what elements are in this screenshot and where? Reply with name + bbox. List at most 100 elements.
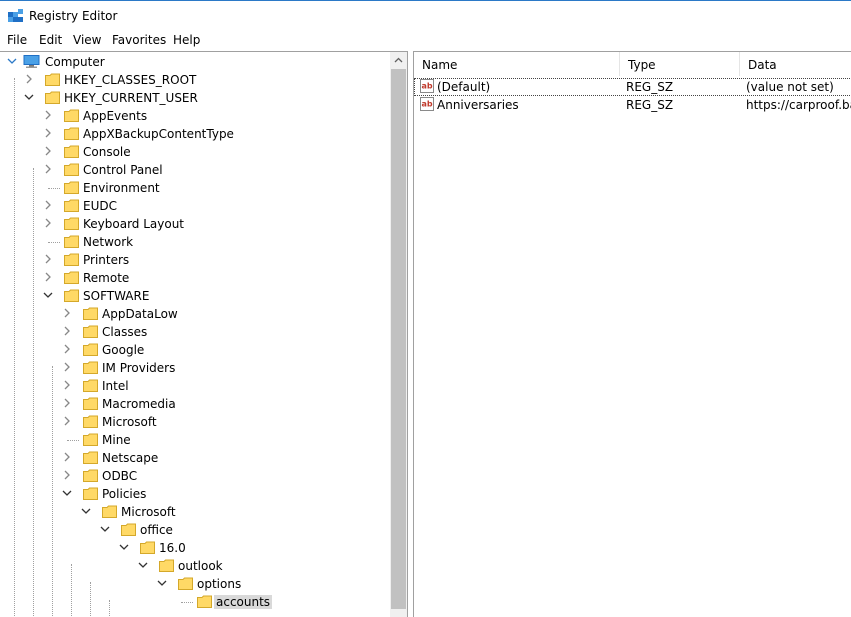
chevron-right-icon[interactable] (43, 272, 53, 282)
folder-icon (83, 325, 98, 338)
tree-item-label: Keyboard Layout (83, 217, 185, 231)
tree-item-appxbackupcontenttype[interactable]: AppXBackupContentType (0, 125, 388, 143)
chevron-right-icon[interactable] (24, 74, 34, 84)
tree-item-label: outlook (178, 559, 223, 573)
value-data: https://carproof.bar (746, 98, 851, 112)
tree-item-outlook[interactable]: outlook (0, 557, 388, 575)
chevron-right-icon[interactable] (43, 146, 53, 156)
tree-item-microsoft[interactable]: Microsoft (0, 503, 388, 521)
menu-edit[interactable]: Edit (39, 33, 62, 47)
chevron-right-icon[interactable] (62, 362, 72, 372)
tree-item-odbc[interactable]: ODBC (0, 467, 388, 485)
tree-item-policies[interactable]: Policies (0, 485, 388, 503)
tree-item-keyboard-layout[interactable]: Keyboard Layout (0, 215, 388, 233)
chevron-right-icon[interactable] (62, 398, 72, 408)
menu-bar: File Edit View Favorites Help (0, 31, 851, 51)
tree-item-google[interactable]: Google (0, 341, 388, 359)
folder-icon (83, 415, 98, 428)
scroll-up-arrow-icon[interactable] (394, 56, 403, 65)
chevron-right-icon[interactable] (62, 308, 72, 318)
tree-item-16-0[interactable]: 16.0 (0, 539, 388, 557)
chevron-right-icon[interactable] (62, 380, 72, 390)
chevron-down-icon[interactable] (119, 542, 129, 552)
tree-item-label: HKEY_CLASSES_ROOT (64, 73, 197, 87)
chevron-right-icon[interactable] (62, 452, 72, 462)
tree-item-console[interactable]: Console (0, 143, 388, 161)
tree-item-accounts[interactable]: accounts (0, 593, 388, 611)
scrollbar-thumb[interactable] (391, 69, 406, 609)
chevron-right-icon[interactable] (43, 110, 53, 120)
tree-item-im-providers[interactable]: IM Providers (0, 359, 388, 377)
chevron-down-icon[interactable] (157, 578, 167, 588)
tree-item-office[interactable]: office (0, 521, 388, 539)
column-header-name[interactable]: Name (414, 52, 620, 76)
value-row[interactable]: ab (Default) REG_SZ (value not set) (414, 78, 851, 96)
tree-item-label: office (140, 523, 173, 537)
tree-item-label: Netscape (102, 451, 159, 465)
tree-item-network[interactable]: Network (0, 233, 388, 251)
chevron-down-icon[interactable] (100, 524, 110, 534)
folder-icon (64, 181, 79, 194)
string-value-icon: ab (420, 79, 434, 93)
chevron-down-icon[interactable] (62, 488, 72, 498)
tree-item-eudc[interactable]: EUDC (0, 197, 388, 215)
tree-item-options[interactable]: options (0, 575, 388, 593)
menu-favorites[interactable]: Favorites (112, 33, 166, 47)
values-list[interactable]: Name Type Data ab (Default) REG_SZ (valu… (413, 51, 851, 617)
folder-icon (64, 271, 79, 284)
value-name: (Default) (437, 80, 491, 94)
tree-item-hkey-classes-root[interactable]: HKEY_CLASSES_ROOT (0, 71, 388, 89)
chevron-down-icon[interactable] (43, 290, 53, 300)
tree-scrollbar[interactable] (390, 52, 407, 617)
folder-icon (83, 307, 98, 320)
tree-item-hkey-current-user[interactable]: HKEY_CURRENT_USER (0, 89, 388, 107)
value-data: (value not set) (746, 80, 834, 94)
folder-icon (64, 217, 79, 230)
chevron-right-icon[interactable] (62, 470, 72, 480)
registry-tree[interactable]: Computer HKEY_CLASSES_ROOT HKEY_CURRENT_U… (0, 51, 408, 617)
tree-item-label: Console (83, 145, 131, 159)
value-row[interactable]: ab Anniversaries REG_SZ https://carproof… (414, 96, 851, 114)
chevron-right-icon[interactable] (62, 344, 72, 354)
tree-connector (48, 188, 60, 189)
tree-item-label: SOFTWARE (83, 289, 150, 303)
tree-item-mine[interactable]: Mine (0, 431, 388, 449)
tree-item-control-panel[interactable]: Control Panel (0, 161, 388, 179)
menu-view[interactable]: View (73, 33, 101, 47)
folder-icon (64, 253, 79, 266)
chevron-right-icon[interactable] (43, 164, 53, 174)
chevron-right-icon[interactable] (62, 326, 72, 336)
chevron-right-icon[interactable] (62, 416, 72, 426)
tree-item-microsoft[interactable]: Microsoft (0, 413, 388, 431)
tree-item-environment[interactable]: Environment (0, 179, 388, 197)
tree-item-printers[interactable]: Printers (0, 251, 388, 269)
tree-item-label: IM Providers (102, 361, 176, 375)
tree-item-computer[interactable]: Computer (0, 53, 388, 71)
tree-item-netscape[interactable]: Netscape (0, 449, 388, 467)
folder-icon (64, 289, 79, 302)
chevron-down-icon[interactable] (24, 92, 34, 102)
column-header-data[interactable]: Data (740, 52, 851, 76)
chevron-down-icon[interactable] (7, 56, 17, 66)
chevron-down-icon[interactable] (138, 560, 148, 570)
tree-item-appevents[interactable]: AppEvents (0, 107, 388, 125)
chevron-right-icon[interactable] (43, 218, 53, 228)
tree-item-remote[interactable]: Remote (0, 269, 388, 287)
tree-item-classes[interactable]: Classes (0, 323, 388, 341)
column-header-type[interactable]: Type (620, 52, 740, 76)
title-bar: Registry Editor (0, 0, 851, 31)
tree-item-macromedia[interactable]: Macromedia (0, 395, 388, 413)
chevron-right-icon[interactable] (43, 254, 53, 264)
chevron-right-icon[interactable] (43, 200, 53, 210)
tree-item-software[interactable]: SOFTWARE (0, 287, 388, 305)
menu-file[interactable]: File (7, 33, 27, 47)
chevron-right-icon[interactable] (43, 128, 53, 138)
tree-item-label: Intel (102, 379, 129, 393)
folder-icon (159, 559, 174, 572)
tree-item-intel[interactable]: Intel (0, 377, 388, 395)
menu-help[interactable]: Help (173, 33, 200, 47)
tree-item-appdatalow[interactable]: AppDataLow (0, 305, 388, 323)
chevron-down-icon[interactable] (81, 506, 91, 516)
tree-item-label: Policies (102, 487, 147, 501)
tree-item-label: Mine (102, 433, 131, 447)
